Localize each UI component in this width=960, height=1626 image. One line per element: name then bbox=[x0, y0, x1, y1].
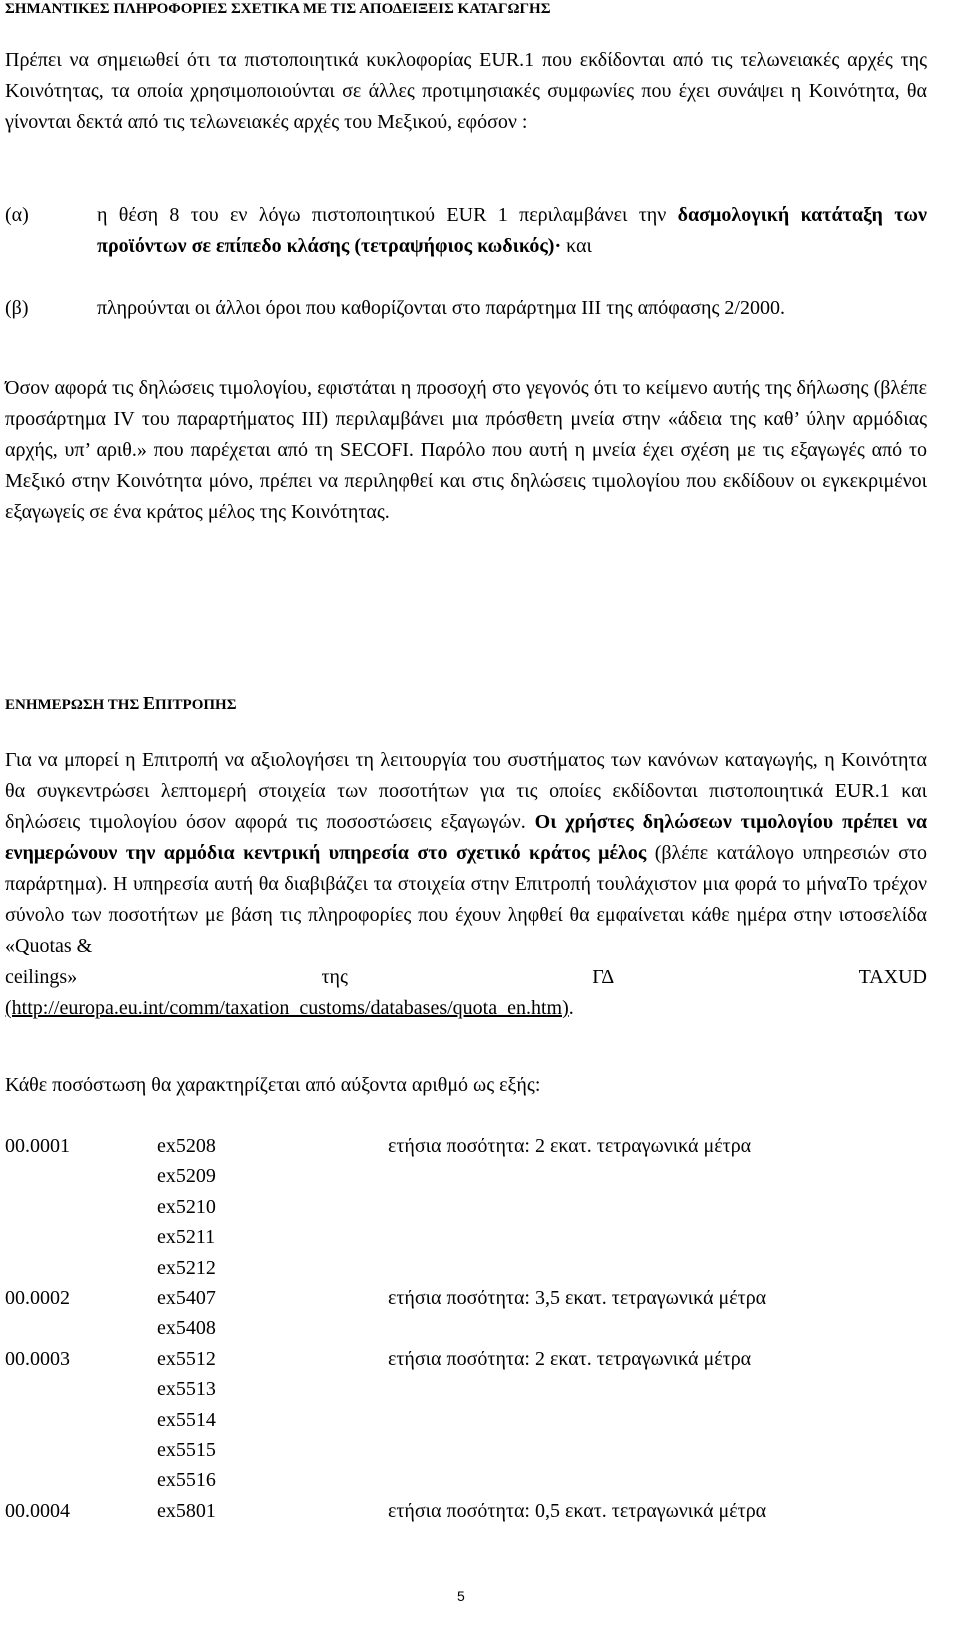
quota-code: 00.0002 bbox=[5, 1287, 70, 1309]
page-number: 5 bbox=[457, 1588, 465, 1604]
list-item-label: (β) bbox=[5, 297, 29, 319]
quota-description: ετήσια ποσότητα: 0,5 εκατ. τετραγωνικά μ… bbox=[388, 1499, 767, 1522]
quota-tariff-numbers: ex5407 ex5408 bbox=[157, 1287, 216, 1340]
quota-code: 00.0004 bbox=[5, 1499, 70, 1522]
quota-description: ετήσια ποσότητα: 3,5 εκατ. τετραγωνικά μ… bbox=[388, 1287, 767, 1309]
taxud-quota-link[interactable]: (http://europa.eu.int/comm/taxation_cust… bbox=[5, 997, 569, 1019]
quota-code: 00.0003 bbox=[5, 1347, 70, 1370]
paragraph-quota-numbering: Κάθε ποσόστωση θα χαρακτηρίζεται από αύξ… bbox=[5, 1074, 541, 1096]
paragraph-commission-reporting: Για να μπορεί η Επιτροπή να αξιολογήσει … bbox=[5, 749, 928, 1019]
paragraph-invoice-declarations: Όσον αφορά τις δηλώσεις τιμολογίου, εφισ… bbox=[5, 377, 927, 523]
quota-row: 00.0002 ex5407 ex5408 ετήσια ποσότητα: 3… bbox=[5, 1283, 927, 1344]
quota-code: 00.0001 bbox=[5, 1135, 70, 1157]
quota-row: 00.0004 ex5801 ετήσια ποσότητα: 0,5 εκατ… bbox=[5, 1496, 927, 1526]
quota-tariff-numbers: ex5208 ex5209 ex5210 ex5211 ex5212 bbox=[157, 1135, 216, 1279]
quota-list: 00.0001 ex5208 ex5209 ex5210 ex5211 ex52… bbox=[5, 1131, 927, 1526]
quota-tariff-numbers: ex5512 ex5513 ex5514 ex5515 ex5516 bbox=[157, 1347, 216, 1492]
list-item-text: η θέση 8 του εν λόγω πιστοποιητικού EUR … bbox=[97, 204, 927, 257]
quota-tariff-numbers: ex5801 bbox=[157, 1499, 216, 1522]
quota-row: 00.0001 ex5208 ex5209 ex5210 ex5211 ex52… bbox=[5, 1131, 927, 1283]
heading-origin-proofs: ΣΗΜΑΝΤΙΚΕΣ ΠΛΗΡΟΦΟΡΙΕΣ ΣΧΕΤΙΚΑ ΜΕ ΤΙΣ ΑΠ… bbox=[5, 1, 551, 17]
list-item-label: (α) bbox=[5, 204, 29, 226]
paragraph-eur1-acceptance: Πρέπει να σημειωθεί ότι τα πιστοποιητικά… bbox=[5, 49, 927, 133]
quota-description: ετήσια ποσότητα: 2 εκατ. τετραγωνικά μέτ… bbox=[388, 1347, 752, 1370]
justified-line: ceilings» της ΓΔ TAXUD bbox=[5, 966, 927, 988]
quota-description: ετήσια ποσότητα: 2 εκατ. τετραγωνικά μέτ… bbox=[388, 1135, 752, 1157]
quota-row: 00.0003 ex5512 ex5513 ex5514 ex5515 ex55… bbox=[5, 1344, 927, 1496]
heading-commission-info: ΕΝΗΜΕΡΩΣΗ ΤΗΣ ΕΠΙΤΡΟΠΗΣ bbox=[5, 693, 237, 713]
list-item-text: πληρούνται οι άλλοι όροι που καθορίζοντα… bbox=[97, 297, 785, 319]
